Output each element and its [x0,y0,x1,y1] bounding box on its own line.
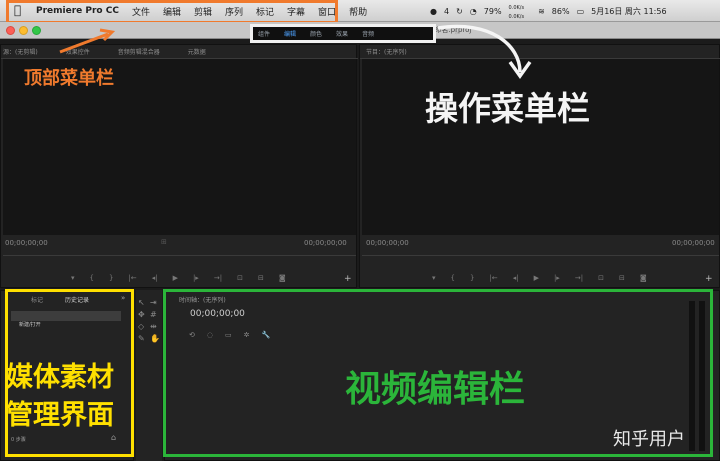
tab-source[interactable]: 源：(无剪辑) [3,47,38,56]
add-marker-icon[interactable]: ▾ [432,274,436,282]
sync-icon[interactable]: ↻ [456,7,463,16]
step-forward-icon[interactable]: |▸ [554,274,560,282]
source-tabs: 源：(无剪辑) 效果控件 音频剪辑混合器 元数据 [3,45,234,58]
program-monitor-panel: 节目：(无序列) 00;00;00;00 00;00;00;00 ▾ { } |… [359,44,720,288]
selection-tool-icon[interactable]: ↖ [138,298,145,307]
date-time[interactable]: 5月16日 周六 11:56 [591,6,666,17]
battery-percent: 79% [483,6,502,16]
source-transport-controls: ▾ { } |← ◂| ▶ |▸ →| ⊡ ⊟ ◙ [71,274,301,282]
program-transport-controls: ▾ { } |← ◂| ▶ |▸ →| ⊡ ⊟ ◙ [432,274,662,282]
close-window-icon[interactable] [6,26,15,35]
ripple-edit-tool-icon[interactable]: ✥ [138,310,145,319]
workspace-highlight [250,24,436,43]
export-frame-icon[interactable]: ◙ [279,274,286,282]
annotation-media-line2: 管理界面 [6,400,114,431]
wifi-percent: 86% [551,6,570,16]
workspace-more-icon[interactable]: » [454,28,459,37]
battery-bar-icon[interactable]: ▭ [577,7,585,16]
tab-program[interactable]: 节目：(无序列) [366,47,407,56]
insert-icon[interactable]: ⊡ [237,274,243,282]
go-to-in-icon[interactable]: |← [489,274,497,282]
razor-tool-icon[interactable]: ◇ [138,322,144,331]
mark-in-icon[interactable]: { [451,274,455,282]
pen-tool-icon[interactable]: ✎ [138,334,145,343]
mark-out-icon[interactable]: } [470,274,474,282]
go-to-out-icon[interactable]: →| [214,274,222,282]
menu-help[interactable]: 帮助 [349,5,367,18]
zoom-fit-icon[interactable]: ⊞ [161,238,167,246]
track-select-tool-icon[interactable]: ⇥ [150,298,157,307]
network-speed: 0.0K/s 0.0K/s [508,5,525,20]
mark-in-icon[interactable]: { [90,274,94,282]
add-button-icon[interactable]: + [344,274,352,284]
tab-effect-controls[interactable]: 效果控件 [66,47,90,56]
annotation-media-line1: 媒体素材 [6,362,114,393]
zoom-window-icon[interactable] [32,26,41,35]
watermark: 知乎用户 [613,429,685,450]
source-timecode-left[interactable]: 00;00;00;00 [5,239,48,247]
hand-tool-icon[interactable]: ✋ [150,334,160,343]
tools-panel: ↖ ⇥ ✥ # ◇ ⇹ ✎ ✋ [136,290,162,461]
wechat-icon[interactable]: ● [430,7,437,16]
rolling-edit-tool-icon[interactable]: # [150,310,157,319]
step-forward-icon[interactable]: |▸ [193,274,199,282]
top-menu-highlight [6,0,338,24]
program-timecode-right: 00;00;00;00 [672,239,715,247]
status-area: ● 4 ↻ ◔ 79% 0.0K/s 0.0K/s ≋ 86% ▭ 5月16日 周… [430,0,674,22]
program-tabs: 节目：(无序列) [366,45,435,58]
step-back-icon[interactable]: ◂| [513,274,519,282]
program-time-ruler[interactable] [362,255,719,256]
export-frame-icon[interactable]: ◙ [640,274,647,282]
wifi-icon[interactable]: ≋ [538,7,545,16]
annotation-video-edit: 视频编辑栏 [345,369,526,410]
minimize-window-icon[interactable] [19,26,28,35]
add-button-icon[interactable]: + [705,274,713,284]
annotation-top-menu: 顶部菜单栏 [24,68,114,89]
overwrite-icon[interactable]: ⊟ [258,274,264,282]
mark-out-icon[interactable]: } [109,274,113,282]
step-back-icon[interactable]: ◂| [152,274,158,282]
tab-audio-mixer[interactable]: 音频剪辑混合器 [118,47,160,56]
go-to-out-icon[interactable]: →| [575,274,583,282]
notification-count: 4 [443,6,450,16]
source-timecode-right: 00;00;00;00 [304,239,347,247]
go-to-in-icon[interactable]: |← [128,274,136,282]
extract-icon[interactable]: ⊟ [619,274,625,282]
play-icon[interactable]: ▶ [534,274,539,282]
add-marker-icon[interactable]: ▾ [71,274,75,282]
battery-icon[interactable]: ◔ [470,7,477,16]
slip-tool-icon[interactable]: ⇹ [150,322,157,331]
tab-metadata[interactable]: 元数据 [188,47,206,56]
program-timecode-left[interactable]: 00;00;00;00 [366,239,409,247]
lift-icon[interactable]: ⊡ [598,274,604,282]
annotation-operation-menu: 操作菜单栏 [425,89,590,128]
app-screen: { "menubar": { "apple": "", "app_name": … [0,0,720,461]
play-icon[interactable]: ▶ [173,274,178,282]
source-time-ruler[interactable] [3,255,356,256]
